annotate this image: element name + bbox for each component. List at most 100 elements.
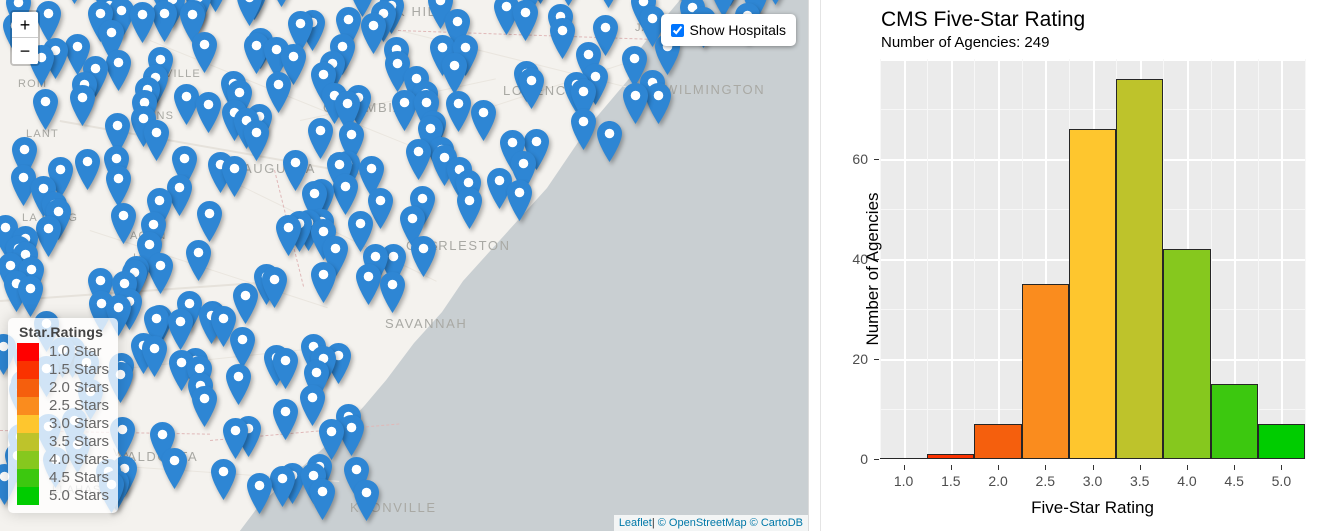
y-tick-label: 20 <box>852 351 868 367</box>
map-marker-pin[interactable] <box>196 200 222 242</box>
y-tick-label: 60 <box>852 151 868 167</box>
map-marker-pin[interactable] <box>167 309 193 351</box>
map-marker-pin[interactable] <box>244 119 270 161</box>
x-tick-label: 3.5 <box>1129 473 1150 489</box>
show-hospitals-control[interactable]: Show Hospitals <box>660 14 796 46</box>
cartodb-link[interactable]: © CartoDB <box>750 517 803 529</box>
map-marker-pin[interactable] <box>273 399 299 441</box>
map-marker-pin[interactable] <box>596 120 622 162</box>
map-marker-pin[interactable] <box>185 240 211 282</box>
map-marker-pin[interactable] <box>33 89 59 131</box>
bar <box>1257 424 1305 459</box>
legend-item: 1.5 Stars <box>17 361 109 379</box>
map-marker-pin[interactable] <box>353 479 379 521</box>
map-marker-pin[interactable] <box>226 363 252 405</box>
map-marker-pin[interactable] <box>549 17 575 59</box>
map-marker-pin[interactable] <box>36 216 62 258</box>
map-marker-pin[interactable] <box>210 459 236 501</box>
legend-swatch <box>17 415 39 433</box>
legend-swatch <box>17 469 39 487</box>
map-marker-pin[interactable] <box>106 166 132 208</box>
x-tick-mark <box>1093 465 1094 470</box>
map-marker-pin[interactable] <box>596 0 621 8</box>
map-marker-pin[interactable] <box>471 99 497 141</box>
map-marker-pin[interactable] <box>442 53 467 95</box>
gridline-major-x <box>1281 59 1283 459</box>
y-axis-title: Number of Agencies <box>863 192 882 346</box>
map-marker-pin[interactable] <box>270 466 296 508</box>
map-marker-pin[interactable] <box>310 479 336 521</box>
map-marker-pin[interactable] <box>230 327 256 369</box>
map-panel[interactable]: ROMVILLEENSLANTLA RANGACONIAAUGUSTAAIKCU… <box>0 0 808 531</box>
map-marker-pin[interactable] <box>195 92 221 134</box>
zoom-out-button[interactable]: − <box>12 38 38 64</box>
axis-baseline <box>880 458 1305 459</box>
map-marker-pin[interactable] <box>445 91 471 133</box>
legend-item: 3.0 Stars <box>17 415 109 433</box>
x-tick-mark <box>998 465 999 470</box>
map-marker-pin[interactable] <box>144 119 170 161</box>
map-attribution[interactable]: Leaflet| © OpenStreetMap © CartoDB <box>613 515 808 531</box>
legend-swatch <box>17 451 39 469</box>
x-tick-mark <box>904 465 905 470</box>
map-marker-pin[interactable] <box>236 0 262 27</box>
map-marker-pin[interactable] <box>148 252 174 294</box>
map-marker-pin[interactable] <box>310 261 336 303</box>
map-marker-pin[interactable] <box>221 155 247 197</box>
map-marker-pin[interactable] <box>262 267 288 309</box>
map-marker-pin[interactable] <box>361 12 387 54</box>
map-marker-pin[interactable] <box>106 50 132 92</box>
legend-item-label: 1.0 Star <box>49 343 102 361</box>
legend-item-label: 2.0 Stars <box>49 379 110 397</box>
map-marker-pin[interactable] <box>74 148 100 190</box>
map-marker-pin[interactable] <box>62 0 87 4</box>
map-marker-pin[interactable] <box>332 174 358 216</box>
map-marker-pin[interactable] <box>571 108 597 150</box>
map-marker-pin[interactable] <box>192 385 218 427</box>
map-marker-pin[interactable] <box>645 82 671 124</box>
gridline-minor-x <box>1305 59 1306 459</box>
map-marker-pin[interactable] <box>406 138 432 180</box>
map-marker-pin[interactable] <box>232 282 258 324</box>
map-city-label: SAVANNAH <box>385 316 468 331</box>
zoom-control[interactable]: + − <box>10 10 40 66</box>
zoom-in-button[interactable]: + <box>12 12 38 38</box>
map-marker-pin[interactable] <box>269 0 294 7</box>
map-marker-pin[interactable] <box>129 2 155 43</box>
app-root: ROMVILLEENSLANTLA RANGACONIAAUGUSTAAIKCU… <box>0 0 1317 531</box>
map-marker-pin[interactable] <box>152 0 178 42</box>
map-marker-pin[interactable] <box>141 335 167 377</box>
x-tick-label: 1.5 <box>941 473 961 489</box>
map-marker-pin[interactable] <box>457 187 483 229</box>
map-marker-pin[interactable] <box>622 83 648 125</box>
chart-title: CMS Five-Star Rating <box>881 8 1086 31</box>
legend-item: 4.0 Stars <box>17 451 109 469</box>
map-marker-pin[interactable] <box>273 347 299 389</box>
map-marker-pin[interactable] <box>222 418 248 460</box>
map-marker-pin[interactable] <box>275 214 301 256</box>
gridline-minor-x <box>974 59 975 459</box>
map-marker-pin[interactable] <box>380 272 406 314</box>
map-marker-pin[interactable] <box>519 68 545 110</box>
gridline-major-x <box>951 59 953 459</box>
map-marker-pin[interactable] <box>69 85 95 127</box>
x-axis-title: Five-Star Rating <box>1031 498 1154 517</box>
gridline-minor-x <box>1258 59 1259 459</box>
map-marker-pin[interactable] <box>246 473 272 515</box>
map-marker-pin[interactable] <box>191 32 217 74</box>
leaflet-link[interactable]: Leaflet <box>619 517 652 529</box>
show-hospitals-checkbox[interactable] <box>670 23 684 37</box>
legend-item-label: 3.0 Stars <box>49 415 110 433</box>
x-tick-label: 4.0 <box>1177 473 1197 489</box>
map-marker-pin[interactable] <box>507 179 533 221</box>
openstreetmap-link[interactable]: © OpenStreetMap <box>658 517 747 529</box>
map-marker-pin[interactable] <box>512 0 538 41</box>
map-marker-pin[interactable] <box>411 235 437 277</box>
show-hospitals-label[interactable]: Show Hospitals <box>690 22 787 38</box>
x-tick-label: 2.5 <box>1035 473 1055 489</box>
map-marker-pin[interactable] <box>111 202 137 244</box>
map-marker-pin[interactable] <box>162 448 188 490</box>
map-marker-pin[interactable] <box>391 89 417 131</box>
map-marker-pin[interactable] <box>356 264 382 306</box>
legend-rows: 1.0 Star 1.5 Stars 2.0 Stars 2.5 Stars 3.0 S… <box>17 343 109 505</box>
